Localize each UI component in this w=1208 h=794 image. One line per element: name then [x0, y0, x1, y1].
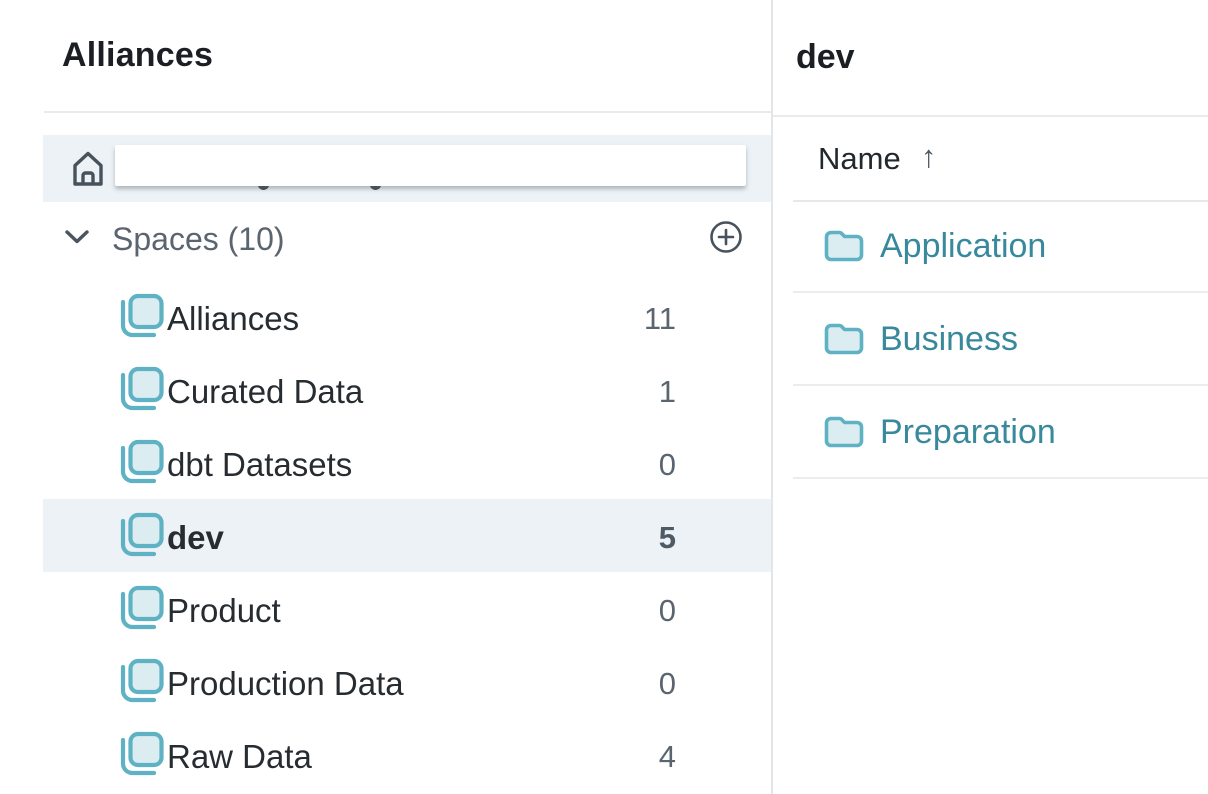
space-dataset-count: 4 — [659, 739, 676, 775]
space-label: dbt Datasets — [167, 446, 352, 484]
space-dataset-count: 0 — [659, 593, 676, 629]
spaces-section-header: Spaces (10) — [43, 206, 771, 268]
app-window: Alliances Spaces (10) — [0, 0, 1208, 794]
arrow-up-icon[interactable]: ↑ — [921, 139, 937, 175]
column-header-name[interactable]: Name — [818, 141, 901, 177]
plus-circle-icon — [709, 220, 743, 254]
space-icon — [118, 731, 164, 779]
sidebar-item-alliances[interactable]: Alliances 11 — [43, 280, 771, 353]
space-icon — [118, 585, 164, 633]
chevron-down-icon[interactable] — [63, 228, 91, 246]
sidebar-item-raw-data[interactable]: Raw Data 4 — [43, 718, 771, 791]
space-icon — [118, 366, 164, 414]
redacted-text-overlay — [115, 145, 746, 186]
sidebar-item-dbt-datasets[interactable]: dbt Datasets 0 — [43, 426, 771, 499]
space-dataset-count: 5 — [659, 520, 676, 556]
table-row-application[interactable]: Application — [773, 200, 1208, 293]
folder-icon — [823, 415, 865, 449]
space-label: Alliances — [167, 300, 299, 338]
folder-link[interactable]: Preparation — [880, 413, 1056, 452]
sidebar-item-product[interactable]: Product 0 — [43, 572, 771, 645]
home-icon — [68, 148, 108, 188]
add-space-button[interactable] — [709, 220, 743, 254]
spaces-section-label[interactable]: Spaces (10) — [112, 221, 285, 258]
space-label: Product — [167, 592, 281, 630]
space-label: Production Data — [167, 665, 404, 703]
space-icon — [118, 439, 164, 487]
table-row-preparation[interactable]: Preparation — [773, 386, 1208, 479]
row-divider — [793, 477, 1208, 479]
sidebar-item-dev[interactable]: dev 5 — [43, 499, 771, 572]
folder-icon — [823, 322, 865, 356]
table-row-business[interactable]: Business — [773, 293, 1208, 386]
space-icon — [118, 658, 164, 706]
space-dataset-count: 1 — [659, 374, 676, 410]
space-contents-panel: dev Name ↑ Application — [773, 0, 1208, 794]
space-icon — [118, 512, 164, 560]
space-label: Raw Data — [167, 738, 312, 776]
sidebar-item-production-data[interactable]: Production Data 0 — [43, 645, 771, 718]
sidebar-item-home[interactable] — [43, 135, 771, 202]
space-label: dev — [167, 519, 224, 557]
space-label: Curated Data — [167, 373, 363, 411]
space-dataset-count: 0 — [659, 666, 676, 702]
page-title: dev — [796, 38, 855, 77]
table-header-row: Name ↑ — [773, 117, 1208, 200]
space-dataset-count: 11 — [644, 301, 676, 337]
spaces-sidebar: Alliances Spaces (10) — [0, 0, 771, 794]
sidebar-title-divider — [44, 111, 771, 113]
folder-link[interactable]: Application — [880, 227, 1046, 266]
folder-icon — [823, 229, 865, 263]
sidebar-title: Alliances — [62, 36, 213, 75]
folder-link[interactable]: Business — [880, 320, 1018, 359]
space-icon — [118, 293, 164, 341]
sidebar-item-curated-data[interactable]: Curated Data 1 — [43, 353, 771, 426]
space-dataset-count: 0 — [659, 447, 676, 483]
